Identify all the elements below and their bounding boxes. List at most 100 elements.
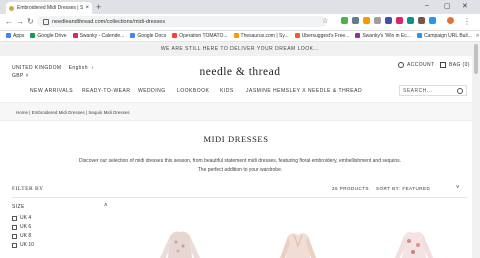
product-image[interactable] xyxy=(384,226,444,258)
bookmark-label: Apps xyxy=(13,32,25,39)
bookmark-item[interactable]: Apps xyxy=(6,33,24,39)
product-image[interactable] xyxy=(268,226,328,258)
forward-icon[interactable]: → xyxy=(16,15,24,29)
product-count: 26 PRODUCTS xyxy=(332,186,370,191)
bag-label: BAG (0) xyxy=(449,62,470,68)
size-filter-toggle[interactable]: SIZE xyxy=(12,204,25,210)
bookmark-label: Ubersuggest's Free... xyxy=(301,32,350,39)
nav-item-new-arrivals[interactable]: NEW ARRIVALS xyxy=(30,88,73,94)
extension-icon[interactable] xyxy=(396,17,403,24)
size-option-label: UK 10 xyxy=(20,242,34,248)
nav-item-kids[interactable]: KIDS xyxy=(220,88,234,94)
checkbox[interactable] xyxy=(12,224,17,230)
extension-icon[interactable] xyxy=(385,17,392,24)
extension-icon[interactable] xyxy=(429,17,436,24)
country-label: UNITED KINGDOM xyxy=(12,65,62,71)
bookmark-icon xyxy=(416,33,422,38)
size-option[interactable]: UK 8 xyxy=(12,233,31,239)
site-favicon-icon xyxy=(9,5,14,11)
bookmark-label: Operation TOMATO... xyxy=(179,32,228,39)
nav-item-ready-to-wear[interactable]: READY-TO-WEAR xyxy=(82,88,130,94)
bookmarks-bar: Apps Google Drive Swanky - Calende... Googl… xyxy=(0,30,480,42)
bag-link[interactable]: BAG (0) xyxy=(440,62,470,68)
bookmark-label: Swanky's 'Win in Ec... xyxy=(362,32,411,39)
nav-item-wedding[interactable]: WEDDING xyxy=(138,88,166,94)
bookmark-item[interactable]: Campaign URL Buil... xyxy=(416,33,472,39)
bookmark-star-icon[interactable]: ☆ xyxy=(322,15,328,29)
page-title: MIDI DRESSES xyxy=(203,134,269,144)
lock-icon xyxy=(43,18,49,25)
close-tab-icon[interactable]: × xyxy=(85,5,89,11)
checkbox[interactable] xyxy=(12,215,17,221)
minimize-icon[interactable]: – xyxy=(425,2,429,9)
breadcrumb[interactable]: Home | Embroidered Midi Dresses | Sequin… xyxy=(0,102,472,121)
address-bar[interactable]: needleandthread.com/collections/midi-dre… xyxy=(37,16,327,27)
collection-description: Discover our selection of midi dresses t… xyxy=(40,157,440,175)
bookmark-item[interactable]: Ubersuggest's Free... xyxy=(294,32,350,39)
tab-title: Embroidered Midi Dresses | Sequin Midi D… xyxy=(17,5,84,11)
profile-avatar[interactable] xyxy=(447,17,454,24)
sort-dropdown[interactable]: SORT BY: FEATURED xyxy=(376,186,430,191)
checkbox[interactable] xyxy=(12,233,17,239)
bookmark-icon xyxy=(30,33,36,38)
bookmark-icon xyxy=(233,33,239,38)
bag-icon xyxy=(440,62,446,68)
nav-item-lookbook[interactable]: LOOKBOOK xyxy=(177,88,209,94)
locale-selector[interactable]: UNITED KINGDOM English › GBP ˅ xyxy=(12,64,94,80)
browser-tab[interactable]: Embroidered Midi Dresses | Sequin Midi D… xyxy=(6,2,92,14)
size-option[interactable]: UK 10 xyxy=(12,242,34,248)
language-label: English xyxy=(68,65,88,71)
description-line-1: Discover our selection of midi dresses t… xyxy=(79,158,401,164)
bookmark-item[interactable]: Thesaurus.com | Sy... xyxy=(233,32,289,39)
browser-menu-icon[interactable]: ⋮ xyxy=(463,15,471,29)
extension-icon[interactable] xyxy=(374,17,381,24)
bookmark-icon xyxy=(6,33,11,38)
account-link[interactable]: ACCOUNT xyxy=(398,62,435,68)
product-image[interactable] xyxy=(150,226,210,258)
bookmark-icon xyxy=(72,33,78,38)
scrollbar-thumb[interactable] xyxy=(474,44,478,74)
announcement-bar: WE ARE STILL HERE TO DELIVER YOUR DREAM … xyxy=(0,42,480,56)
search-icon[interactable] xyxy=(457,88,463,94)
page-scrollbar[interactable] xyxy=(472,42,480,258)
chevron-down-icon[interactable]: ˅ xyxy=(456,185,460,191)
extension-icon[interactable] xyxy=(407,17,414,24)
bookmark-label: Swanky - Calende... xyxy=(79,32,125,39)
chevron-up-icon[interactable]: ˄ xyxy=(104,203,108,209)
bookmark-icon xyxy=(130,33,136,38)
chevron-down-icon: ˅ xyxy=(25,73,29,79)
size-option[interactable]: UK 4 xyxy=(12,215,31,221)
size-option-label: UK 4 xyxy=(20,215,32,221)
bookmark-label: Google Drive xyxy=(37,32,67,39)
site-logo[interactable]: needle & thread xyxy=(180,66,300,78)
bookmark-label: Google Docs xyxy=(137,32,167,39)
back-icon[interactable]: ← xyxy=(5,15,13,29)
user-icon xyxy=(398,62,404,68)
checkbox[interactable] xyxy=(12,242,17,248)
nav-item-jasmine-hemsley[interactable]: JASMINE HEMSLEY X NEEDLE & THREAD xyxy=(246,88,362,94)
account-label: ACCOUNT xyxy=(407,62,435,68)
bookmark-item[interactable]: Swanky - Calende... xyxy=(72,32,125,39)
description-line-2: The perfect addition to your wardrobe. xyxy=(197,167,283,173)
new-tab-button[interactable]: + xyxy=(96,2,101,12)
bookmark-item[interactable]: Google Drive xyxy=(30,32,67,39)
currency-label: GBP xyxy=(12,73,24,79)
reload-icon[interactable]: ↻ xyxy=(27,15,34,29)
extension-icon[interactable] xyxy=(352,17,359,24)
url-text: needleandthread.com/collections/midi-dre… xyxy=(52,18,166,25)
bookmark-label: Thesaurus.com | Sy... xyxy=(240,32,289,39)
bookmark-item[interactable]: Operation TOMATO... xyxy=(172,32,228,39)
maximize-icon[interactable]: ▢ xyxy=(444,2,451,10)
divider xyxy=(12,197,467,198)
extension-icon[interactable] xyxy=(418,17,425,24)
size-option[interactable]: UK 6 xyxy=(12,224,31,230)
filter-by-heading: FILTER BY xyxy=(12,186,44,192)
extension-icon[interactable] xyxy=(341,17,348,24)
bookmark-item[interactable]: Swanky's 'Win in Ec... xyxy=(355,33,411,39)
bookmark-item[interactable]: Google Docs xyxy=(130,33,166,39)
more-bookmarks-icon[interactable]: » xyxy=(476,33,479,39)
chevron-right-icon: › xyxy=(91,65,94,71)
size-option-label: UK 8 xyxy=(20,233,32,239)
extension-icon[interactable] xyxy=(363,17,370,24)
close-window-icon[interactable]: ✕ xyxy=(462,2,468,10)
